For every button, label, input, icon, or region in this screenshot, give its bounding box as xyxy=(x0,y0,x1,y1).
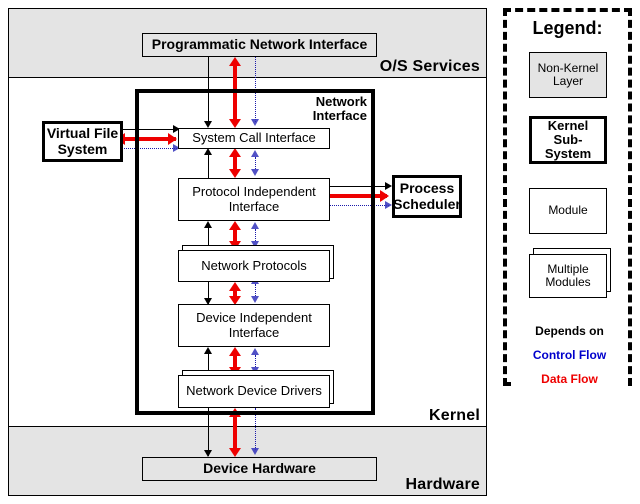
depends-arrow-pii-to-ps xyxy=(385,182,392,190)
control-arrow-right-ps xyxy=(385,201,392,209)
node-protocol-independent-interface[interactable]: Protocol Independent Interface xyxy=(178,178,330,221)
band-label-kernel: Kernel xyxy=(429,407,480,424)
legend-line-control-flow: Control Flow xyxy=(511,346,628,364)
legend-shape-module: Module xyxy=(529,188,607,234)
node-programmatic-network-interface[interactable]: Programmatic Network Interface xyxy=(142,33,377,57)
legend-line-data-flow: Data Flow xyxy=(511,370,628,388)
node-process-scheduler[interactable]: Process Scheduler xyxy=(392,175,462,218)
node-system-call-interface[interactable]: System Call Interface xyxy=(178,128,330,149)
data-arrow-down-hw xyxy=(229,448,241,457)
node-virtual-file-system[interactable]: Virtual File System xyxy=(42,121,123,162)
legend-panel: Legend: Non-Kernel Layer Kernel Sub- Sys… xyxy=(503,8,632,388)
legend-title: Legend: xyxy=(532,18,603,38)
legend-control-flow-label: Control Flow xyxy=(511,346,628,364)
legend-data-flow-label: Data Flow xyxy=(511,370,628,388)
diagram-canvas: O/S Services Kernel Hardware Network Int… xyxy=(0,0,640,504)
data-arrow-up-pni xyxy=(229,57,241,66)
depends-line-ndd-to-hw xyxy=(208,408,209,456)
node-device-hardware[interactable]: Device Hardware xyxy=(142,457,377,481)
node-device-independent-interface[interactable]: Device Independent Interface xyxy=(178,304,330,347)
node-network-protocols[interactable]: Network Protocols xyxy=(178,250,330,282)
depends-arrow-ndd-to-hw xyxy=(204,450,212,457)
legend-shape-kernel-sub-system: Kernel Sub- System xyxy=(529,116,607,164)
network-stack-diagram: O/S Services Kernel Hardware Network Int… xyxy=(8,8,487,496)
band-label-os-services: O/S Services xyxy=(379,58,480,75)
legend-shape-non-kernel-layer: Non-Kernel Layer xyxy=(529,52,607,98)
control-arrow-down-hw xyxy=(251,448,259,455)
subsystem-title: Network Interface xyxy=(275,95,367,122)
legend-line-depends-on: Depends on xyxy=(511,322,628,340)
data-line-ndd-to-hw xyxy=(233,417,237,450)
band-label-hardware: Hardware xyxy=(405,476,480,493)
node-network-device-drivers[interactable]: Network Device Drivers xyxy=(178,375,330,408)
legend-depends-on-label: Depends on xyxy=(511,322,628,340)
subsystem-title-line2: Interface xyxy=(312,107,367,123)
legend-shape-multiple-modules: Multiple Modules xyxy=(529,254,607,298)
